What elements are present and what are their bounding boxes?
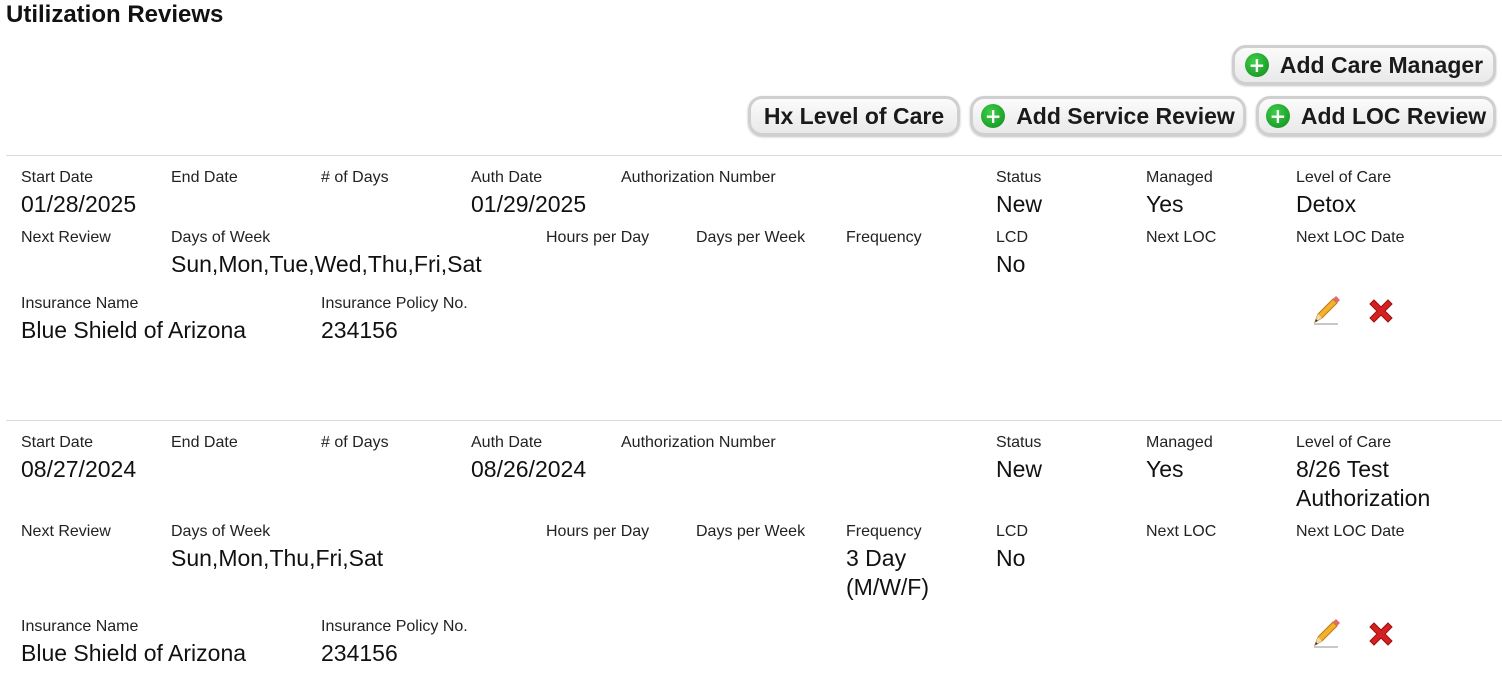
plus-circle-icon: + (1265, 104, 1290, 128)
level-of-care-label: Level of Care (1296, 434, 1392, 451)
plus-circle-icon: + (981, 104, 1006, 128)
pencil-icon[interactable] (1310, 294, 1342, 326)
insurance-name-value: Blue Shield of Arizona (21, 317, 247, 343)
num-days-label: # of Days (321, 434, 389, 451)
end-date-label: End Date (171, 434, 238, 451)
frequency-label: Frequency (846, 523, 922, 540)
add-service-review-button[interactable]: + Add Service Review (970, 96, 1246, 136)
insurance-policy-no-label: Insurance Policy No. (321, 295, 468, 312)
insurance-policy-no-label: Insurance Policy No. (321, 618, 468, 635)
plus-circle-icon: + (1244, 53, 1269, 77)
next-review-label: Next Review (21, 229, 111, 246)
hours-per-day-label: Hours per Day (546, 229, 650, 246)
authorization-number-label: Authorization Number (621, 434, 776, 451)
days-of-week-value: Sun,Mon,Tue,Wed,Thu,Fri,Sat (171, 251, 482, 277)
add-care-manager-label: Add Care Manager (1279, 51, 1484, 78)
managed-value: Yes (1146, 191, 1184, 217)
insurance-policy-no-value: 234156 (321, 317, 398, 343)
lcd-label: LCD (996, 523, 1029, 540)
level-of-care-label: Level of Care (1296, 169, 1392, 186)
days-per-week-label: Days per Week (696, 523, 806, 540)
close-icon[interactable] (1365, 618, 1397, 650)
auth-date-value: 08/26/2024 (471, 456, 587, 482)
add-service-review-label: Add Service Review (1016, 102, 1235, 129)
next-loc-label: Next LOC (1146, 229, 1217, 246)
status-label: Status (996, 169, 1042, 186)
status-value: New (996, 456, 1043, 482)
pencil-icon[interactable] (1310, 617, 1342, 649)
lcd-label: LCD (996, 229, 1029, 246)
start-date-value: 01/28/2025 (21, 191, 137, 217)
auth-date-value: 01/29/2025 (471, 191, 587, 217)
days-of-week-label: Days of Week (171, 229, 271, 246)
close-icon[interactable] (1365, 295, 1397, 327)
next-review-label: Next Review (21, 523, 111, 540)
hx-level-of-care-button[interactable]: Hx Level of Care (748, 96, 960, 136)
end-date-label: End Date (171, 169, 238, 186)
lcd-value: No (996, 545, 1026, 571)
auth-date-label: Auth Date (471, 169, 543, 186)
insurance-name-label: Insurance Name (21, 295, 139, 312)
days-of-week-value: Sun,Mon,Thu,Fri,Sat (171, 545, 384, 571)
authorization-number-label: Authorization Number (621, 169, 776, 186)
add-loc-review-label: Add LOC Review (1300, 102, 1487, 129)
insurance-policy-no-value: 234156 (321, 640, 398, 666)
add-care-manager-button[interactable]: + Add Care Manager (1232, 45, 1496, 85)
level-of-care-value: 8/26 Test Authorization (1296, 456, 1431, 511)
next-loc-label: Next LOC (1146, 523, 1217, 540)
insurance-name-label: Insurance Name (21, 618, 139, 635)
days-per-week-label: Days per Week (696, 229, 806, 246)
next-loc-date-label: Next LOC Date (1296, 523, 1405, 540)
lcd-value: No (996, 251, 1026, 277)
level-of-care-value: Detox (1296, 191, 1357, 217)
days-of-week-label: Days of Week (171, 523, 271, 540)
hx-level-of-care-label: Hx Level of Care (763, 102, 945, 129)
insurance-name-value: Blue Shield of Arizona (21, 640, 247, 666)
status-value: New (996, 191, 1043, 217)
start-date-value: 08/27/2024 (21, 456, 137, 482)
frequency-value: 3 Day (M/W/F) (846, 545, 930, 600)
managed-label: Managed (1146, 434, 1213, 451)
hours-per-day-label: Hours per Day (546, 523, 650, 540)
page-title: Utilization Reviews (6, 1, 224, 28)
start-date-label: Start Date (21, 169, 94, 186)
status-label: Status (996, 434, 1042, 451)
add-loc-review-button[interactable]: + Add LOC Review (1256, 96, 1496, 136)
num-days-label: # of Days (321, 169, 389, 186)
auth-date-label: Auth Date (471, 434, 543, 451)
record-divider (6, 155, 1502, 156)
record-divider (6, 420, 1502, 421)
next-loc-date-label: Next LOC Date (1296, 229, 1405, 246)
frequency-label: Frequency (846, 229, 922, 246)
managed-label: Managed (1146, 169, 1213, 186)
managed-value: Yes (1146, 456, 1184, 482)
start-date-label: Start Date (21, 434, 94, 451)
